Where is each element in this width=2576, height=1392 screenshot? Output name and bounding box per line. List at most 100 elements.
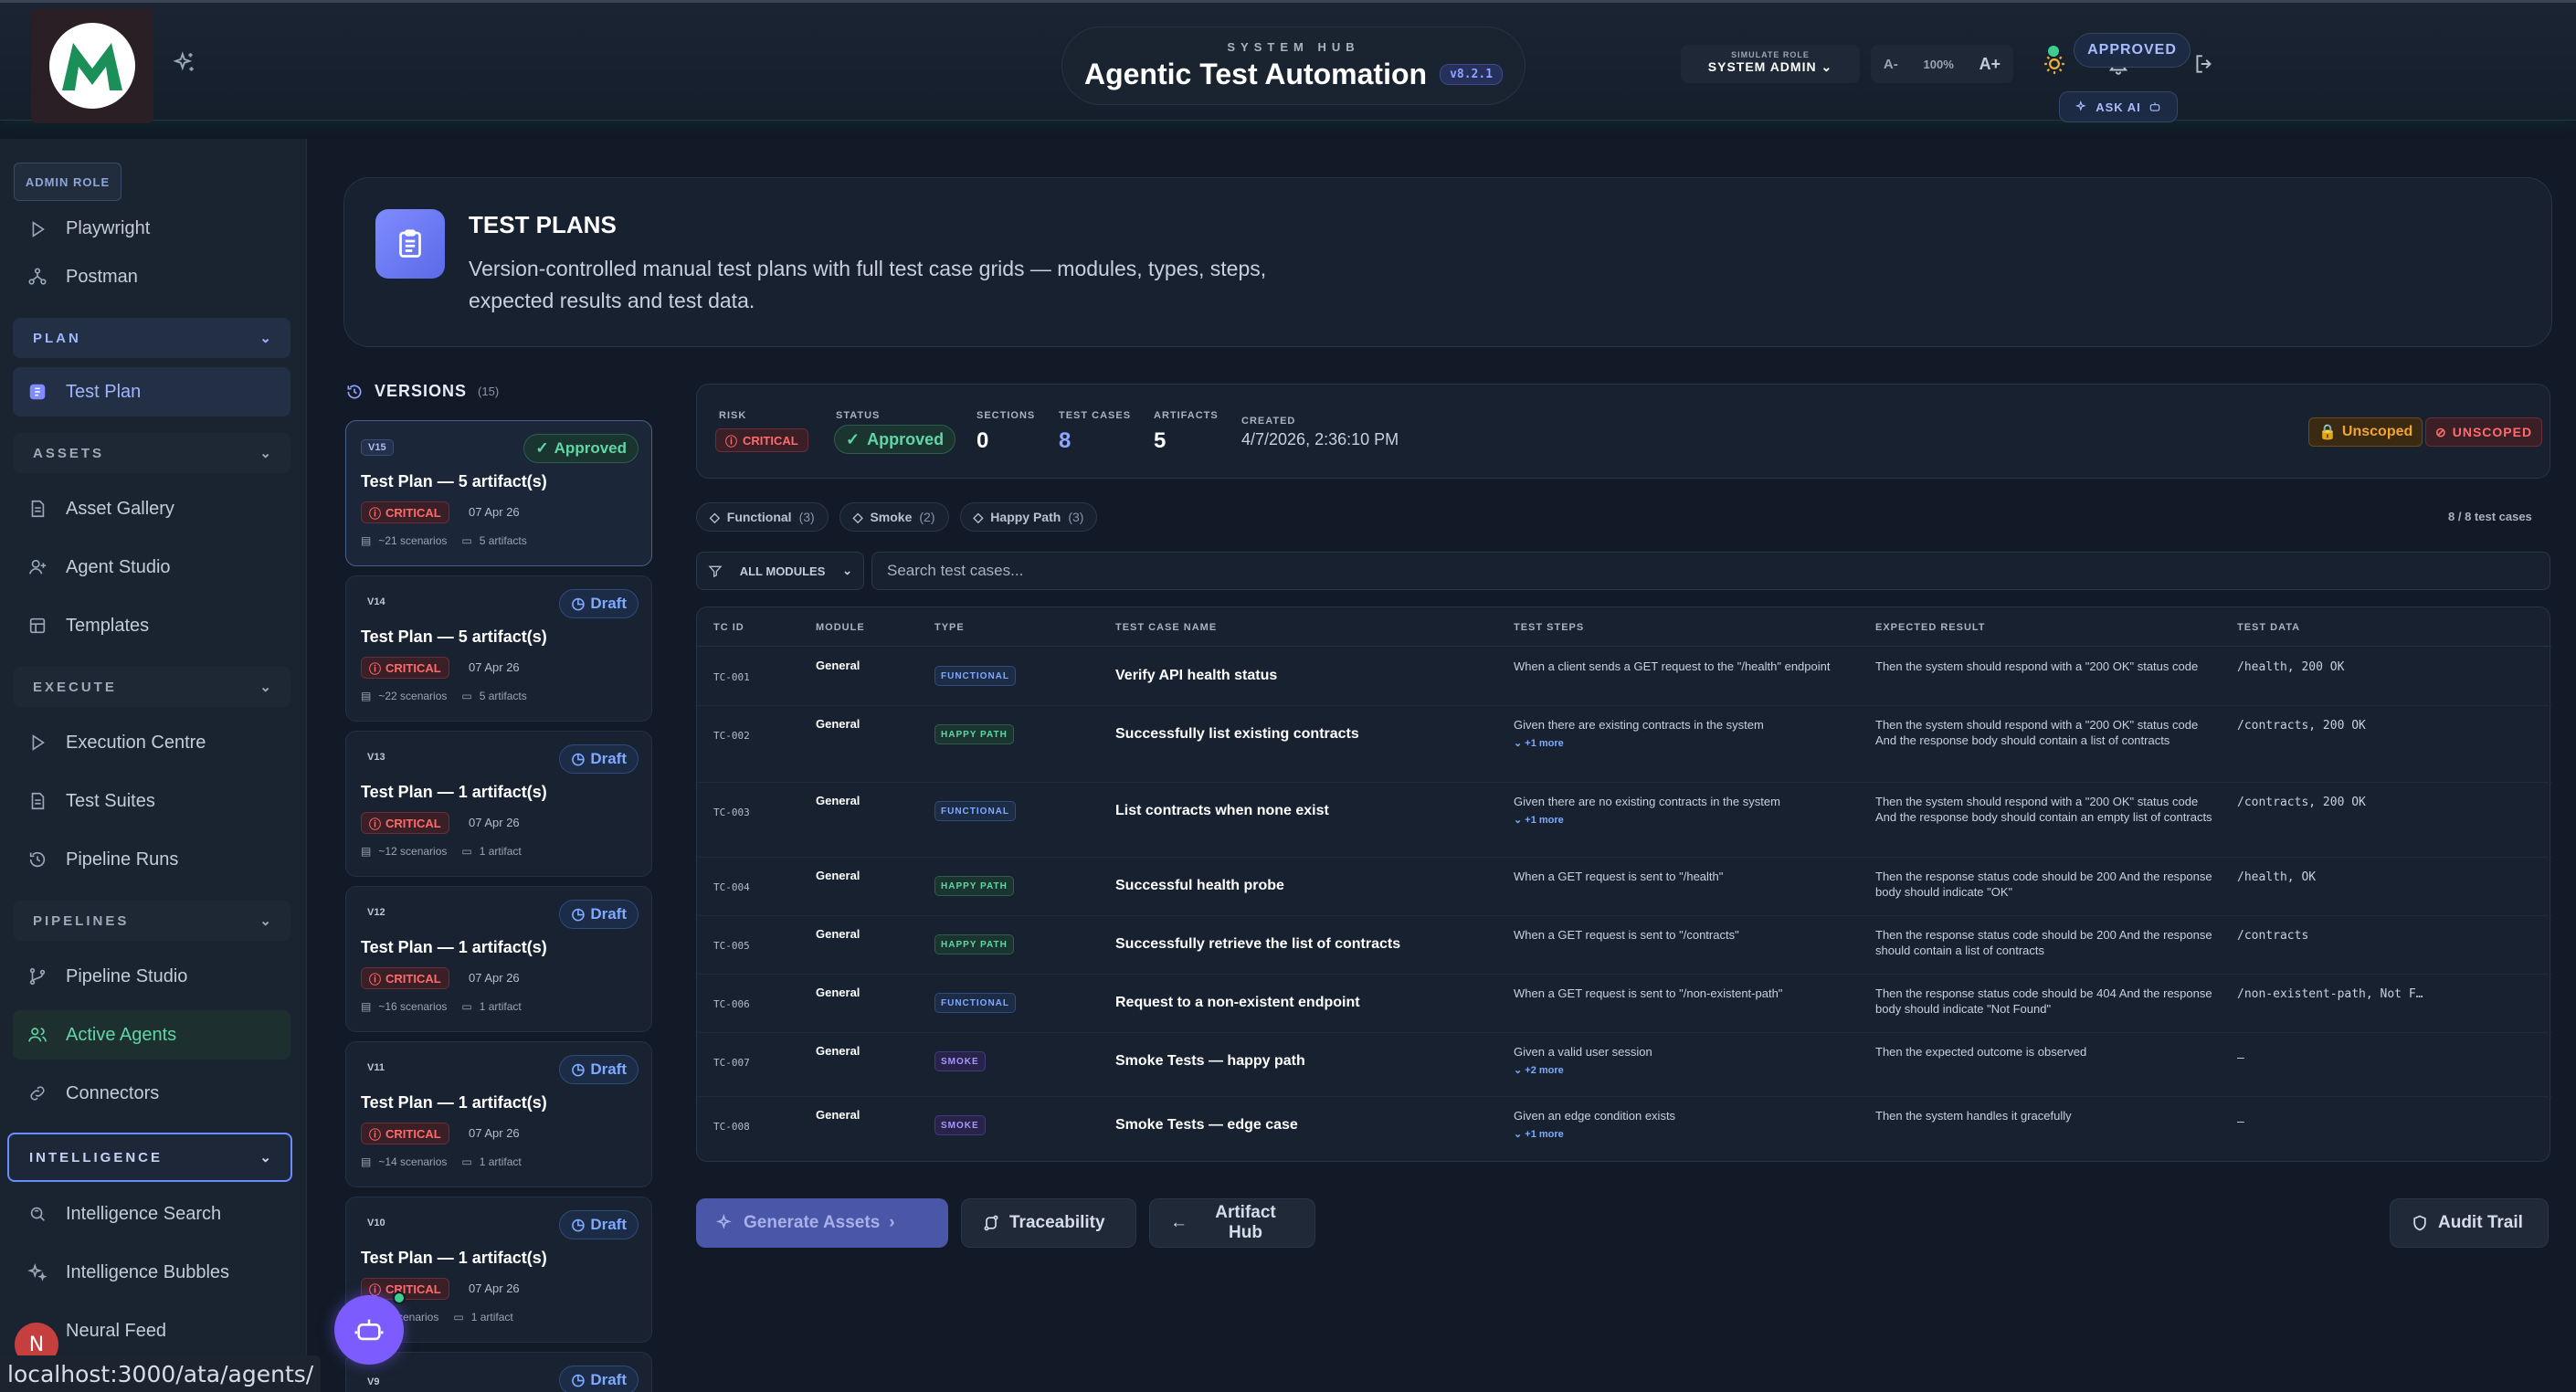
chip-happy-path[interactable]: ◇ Happy Path (3) (959, 502, 1098, 532)
section-label: PLAN (33, 330, 81, 346)
generate-assets-button[interactable]: Generate Assets › (696, 1198, 948, 1248)
tc-id: TC-004 (713, 881, 750, 893)
table-row[interactable]: TC-005 General HAPPY PATH Successfully r… (697, 916, 2551, 975)
show-more-link[interactable]: ⌄ +2 more (1514, 1063, 1842, 1079)
module-filter-select[interactable]: ALL MODULES ⌄ (696, 552, 864, 590)
sidebar-item-asset-gallery[interactable]: Asset Gallery (13, 484, 290, 533)
table-row[interactable]: TC-003 General FUNCTIONAL List contracts… (697, 783, 2551, 858)
show-more-link[interactable]: ⌄ +1 more (1514, 1127, 1842, 1143)
tc-data: /health, 200 OK (2237, 660, 2345, 674)
module-filter-value: ALL MODULES (739, 564, 826, 578)
version-date: 07 Apr 26 (469, 505, 520, 519)
sidebar-item-pipeline-runs[interactable]: Pipeline Runs (13, 835, 290, 884)
version-status-badge: ◷ Draft (559, 1055, 639, 1084)
status-label: STATUS (836, 410, 881, 421)
tc-id: TC-005 (713, 940, 750, 952)
simulate-role-select[interactable]: SIMULATE ROLE SYSTEM ADMIN ⌄ (1681, 45, 1860, 83)
document-icon (31, 792, 45, 810)
scope-badge-label: UNSCOPED (2452, 425, 2533, 439)
table-row[interactable]: TC-008 General SMOKE Smoke Tests — edge … (697, 1097, 2551, 1161)
zoom-increase-button[interactable]: A+ (1980, 55, 2001, 74)
search-test-cases-input[interactable] (871, 552, 2550, 590)
unscoped-warning-badge: 🔒 Unscoped (2308, 417, 2423, 447)
steps-text: When a GET request is sent to "/contract… (1514, 928, 1739, 942)
list-icon: ▤ (361, 845, 372, 858)
page-description: Version-controlled manual test plans wit… (469, 257, 1267, 312)
sparkle-icon[interactable] (164, 43, 205, 83)
sidebar-section-plan[interactable]: PLAN ⌄ (13, 318, 290, 358)
sidebar-item-pipeline-studio[interactable]: Pipeline Studio (13, 952, 290, 1001)
sidebar-item-agent-studio[interactable]: Agent Studio (13, 543, 290, 592)
section-label: ASSETS (33, 445, 105, 461)
ask-ai-button[interactable]: ASK AI (2059, 91, 2178, 122)
version-title: Test Plan — 5 artifact(s) (361, 627, 547, 646)
sidebar-item-execution-centre[interactable]: Execution Centre (13, 718, 290, 767)
sidebar-section-pipelines[interactable]: PIPELINES ⌄ (13, 901, 290, 941)
chip-smoke[interactable]: ◇ Smoke (2) (839, 502, 949, 532)
zoom-decrease-button[interactable]: A- (1884, 57, 1898, 72)
alert-icon: ⓘ (369, 1127, 382, 1142)
version-card-v14[interactable]: V14 ◷ Draft Test Plan — 5 artifact(s) ⓘ CR… (345, 575, 652, 722)
chevron-down-icon: ⌄ (259, 913, 274, 929)
traceability-button[interactable]: Traceability (961, 1198, 1136, 1248)
sidebar-item-connectors[interactable]: Connectors (13, 1069, 290, 1118)
plan-summary-bar: RISK ⓘ CRITICAL STATUS ✓ Approved SECTIONS… (696, 384, 2550, 479)
type-filter-chips: ◇ Functional (3) ◇ Smoke (2) ◇ Happy Path (3) (696, 502, 1098, 532)
tc-name: Smoke Tests — edge case (1115, 1117, 1298, 1133)
template-icon (29, 617, 46, 634)
sidebar-section-execute[interactable]: EXECUTE ⌄ (13, 667, 290, 707)
sidebar-section-intelligence[interactable]: INTELLIGENCE ⌄ (7, 1133, 292, 1182)
column-header[interactable]: TEST CASE NAME (1115, 622, 1217, 633)
version-card-v15[interactable]: V15 ✓ Approved Test Plan — 5 artifact(s) … (345, 420, 652, 566)
column-header[interactable]: MODULE (816, 622, 865, 633)
sidebar-item-label: Pipeline Runs (66, 849, 179, 870)
sidebar-item-playwright[interactable]: Playwright (13, 212, 290, 239)
sidebar-item-templates[interactable]: Templates (13, 601, 290, 650)
column-header[interactable]: TEST DATA (2237, 622, 2300, 633)
tc-type-badge: SMOKE (934, 1115, 986, 1135)
artifacts-count: ▭ 5 artifacts (461, 690, 526, 702)
assistant-bot-button[interactable] (334, 1295, 404, 1365)
risk-badge: ⓘ CRITICAL (361, 1123, 449, 1144)
created-label: CREATED (1241, 416, 1296, 427)
chip-functional[interactable]: ◇ Functional (3) (696, 502, 829, 532)
version-card-v9[interactable]: V9 ◷ Draft (345, 1352, 652, 1392)
table-row[interactable]: TC-001 General FUNCTIONAL Verify API hea… (697, 648, 2551, 706)
sidebar-item-label: Neural Feed (66, 1320, 167, 1341)
show-more-link[interactable]: ⌄ +1 more (1514, 736, 1842, 752)
column-header[interactable]: TC ID (713, 622, 744, 633)
artifact-hub-button[interactable]: ← Artifact Hub (1149, 1198, 1315, 1248)
sidebar-item-intelligence-bubbles[interactable]: Intelligence Bubbles (13, 1248, 290, 1297)
show-more-link[interactable]: ⌄ +1 more (1514, 813, 1842, 828)
app-logo[interactable] (31, 8, 153, 123)
artifacts-count: ▭ 1 artifact (453, 1311, 512, 1323)
version-badge: v8.2.1 (1440, 64, 1504, 85)
version-card-v12[interactable]: V12 ◷ Draft Test Plan — 1 artifact(s) ⓘ CR… (345, 886, 652, 1032)
version-card-v13[interactable]: V13 ◷ Draft Test Plan — 1 artifact(s) ⓘ CR… (345, 731, 652, 877)
version-card-v11[interactable]: V11 ◷ Draft Test Plan — 1 artifact(s) ⓘ CR… (345, 1041, 652, 1187)
column-header[interactable]: TEST STEPS (1514, 622, 1584, 633)
column-header[interactable]: EXPECTED RESULT (1875, 622, 1986, 633)
table-row[interactable]: TC-004 General HAPPY PATH Successful hea… (697, 858, 2551, 916)
table-row[interactable]: TC-006 General FUNCTIONAL Request to a n… (697, 975, 2551, 1033)
sidebar-item-label: Test Plan (66, 381, 142, 402)
sidebar: ADMIN ROLE Playwright Postman PLAN ⌄ Tes… (0, 139, 307, 1392)
sidebar-item-test-plan[interactable]: Test Plan (13, 367, 290, 417)
tc-data: /contracts (2237, 929, 2309, 943)
sidebar-item-test-suites[interactable]: Test Suites (13, 776, 290, 826)
audit-trail-button[interactable]: Audit Trail (2390, 1198, 2549, 1248)
version-tag: V13 (367, 752, 385, 763)
column-header[interactable]: TYPE (934, 622, 965, 633)
scenarios-label: ~21 scenarios (378, 534, 448, 547)
created-value: 4/7/2026, 2:36:10 PM (1241, 430, 1399, 448)
sidebar-item-intelligence-search[interactable]: Intelligence Search (13, 1189, 290, 1239)
sidebar-item-active-agents[interactable]: Active Agents (13, 1010, 290, 1060)
sidebar-item-postman[interactable]: Postman (13, 252, 290, 301)
table-row[interactable]: TC-007 General SMOKE Smoke Tests — happy… (697, 1033, 2551, 1097)
version-tag: V11 (367, 1062, 385, 1073)
sidebar-item-label: Intelligence Bubbles (66, 1261, 230, 1282)
sidebar-section-assets[interactable]: ASSETS ⌄ (13, 433, 290, 473)
logout-icon[interactable] (2185, 45, 2223, 83)
table-row[interactable]: TC-002 General HAPPY PATH Successfully l… (697, 706, 2551, 783)
top-header: SYSTEM HUB Agentic Test Automation v8.2.… (0, 0, 2576, 123)
